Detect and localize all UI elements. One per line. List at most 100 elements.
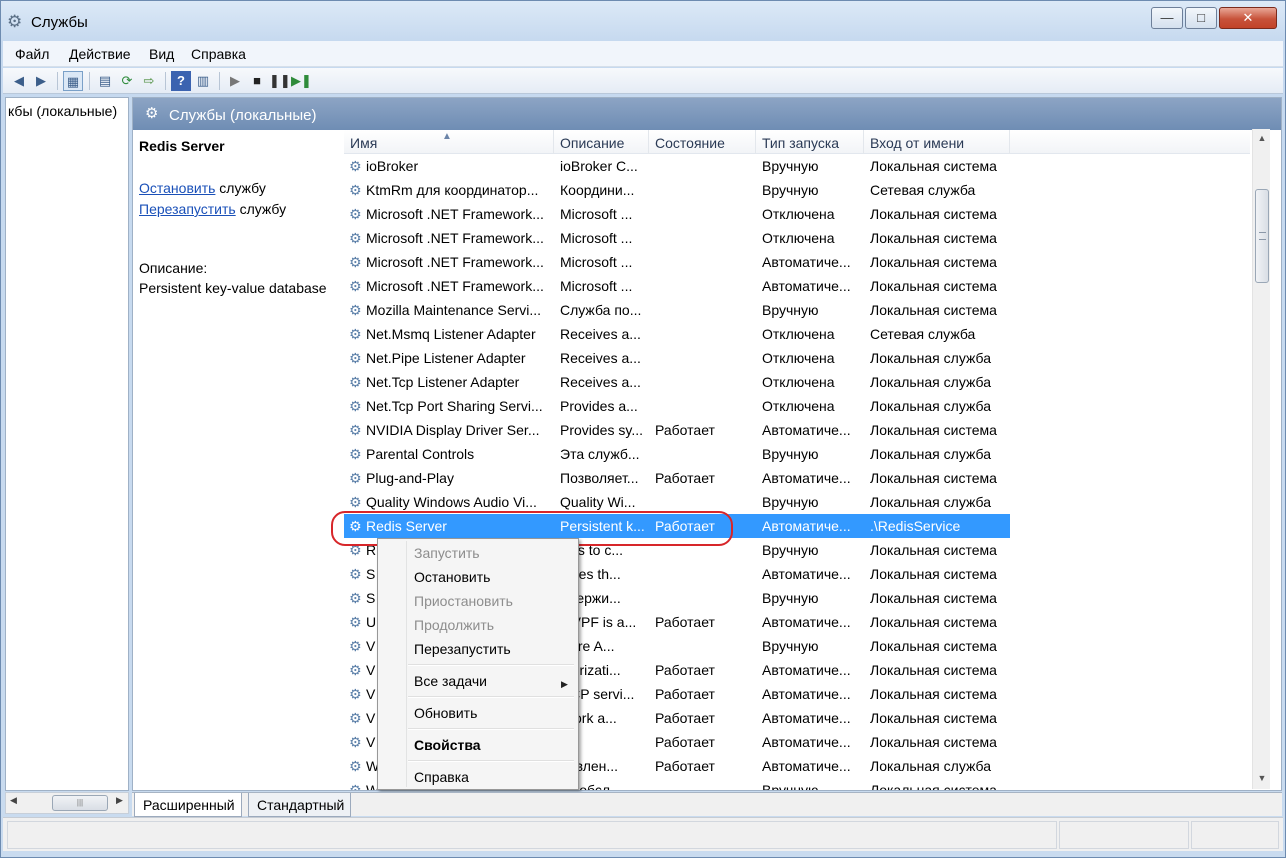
cell-name: Plug-and-Play: [366, 470, 454, 486]
restart-service-row: Перезапустить службу: [139, 201, 286, 217]
forward-icon[interactable]: ▶: [31, 71, 51, 91]
menu-file[interactable]: Файл: [15, 46, 49, 62]
h-scroll-thumb[interactable]: |||: [52, 795, 108, 811]
tree-horizontal-scrollbar[interactable]: ◀ ||| ▶: [5, 792, 129, 814]
services-gear-icon: ⚙: [7, 12, 23, 31]
cell-status: Работает: [655, 686, 715, 702]
status-segment: [1191, 821, 1279, 849]
ctx-start[interactable]: Запустить: [414, 545, 480, 561]
cell-logon-as: Локальная система: [870, 782, 997, 790]
start-service-icon[interactable]: ▶: [225, 71, 245, 91]
console-tree-icon[interactable]: ▦: [63, 71, 83, 91]
table-row[interactable]: ⚙ Mozilla Maintenance Servi... Служба по..…: [344, 298, 1010, 322]
table-row[interactable]: ⚙ Microsoft .NET Framework... Microsoft ..…: [344, 274, 1010, 298]
scroll-left-icon[interactable]: ◀: [10, 795, 17, 806]
cell-description: Microsoft ...: [560, 230, 633, 246]
cell-description: Microsoft ...: [560, 278, 633, 294]
table-row[interactable]: ⚙ Microsoft .NET Framework... Microsoft ..…: [344, 250, 1010, 274]
tree-node-services-local[interactable]: кбы (локальные): [8, 103, 117, 119]
export-list-icon[interactable]: ⇨: [139, 71, 159, 91]
tab-standard[interactable]: Стандартный: [248, 793, 352, 817]
table-row[interactable]: ⚙ KtmRm для координатор... Координи... Вруч…: [344, 178, 1010, 202]
cell-name: Net.Tcp Port Sharing Servi...: [366, 398, 543, 414]
column-header-startup-type[interactable]: Тип запуска: [756, 130, 864, 154]
table-row-selected[interactable]: ⚙ Redis Server Persistent k... Работает Авто…: [344, 514, 1010, 538]
table-row[interactable]: ⚙ Plug-and-Play Позволяет... Работает Автома…: [344, 466, 1010, 490]
ctx-resume[interactable]: Продолжить: [414, 617, 494, 633]
tab-extended[interactable]: Расширенный: [134, 793, 242, 817]
table-row[interactable]: ⚙ Net.Tcp Port Sharing Servi... Provides a…: [344, 394, 1010, 418]
cell-startup-type: Автоматиче...: [762, 758, 851, 774]
refresh-icon[interactable]: ⟳: [117, 71, 137, 91]
cell-logon-as: Локальная система: [870, 686, 997, 702]
back-icon[interactable]: ◀: [9, 71, 29, 91]
ctx-help[interactable]: Справка: [414, 769, 469, 785]
title-bar[interactable]: ⚙ Службы — □ ✕: [1, 1, 1285, 41]
column-header-logon-as[interactable]: Вход от имени: [864, 130, 1010, 154]
ctx-refresh[interactable]: Обновить: [414, 705, 477, 721]
column-header-description[interactable]: Описание: [554, 130, 649, 154]
table-row[interactable]: ⚙ NVIDIA Display Driver Ser... Provides sy…: [344, 418, 1010, 442]
menu-bar: Файл Действие Вид Справка: [3, 41, 1283, 67]
scroll-down-icon[interactable]: ▼: [1253, 769, 1271, 787]
ctx-stop[interactable]: Остановить: [414, 569, 490, 585]
table-row[interactable]: ⚙ Net.Tcp Listener Adapter Receives a... От…: [344, 370, 1010, 394]
cell-logon-as: Сетевая служба: [870, 326, 976, 342]
minimize-button[interactable]: —: [1151, 7, 1183, 29]
service-gear-icon: ⚙: [349, 782, 362, 790]
menu-separator: [408, 728, 574, 730]
cell-logon-as: Локальная система: [870, 590, 997, 606]
cell-logon-as: Локальная система: [870, 230, 997, 246]
scroll-thumb[interactable]: [1255, 189, 1269, 283]
console-tree[interactable]: кбы (локальные): [5, 97, 129, 791]
table-row[interactable]: ⚙ ioBroker ioBroker C... Вручную Локальная с…: [344, 154, 1010, 178]
stop-service-link[interactable]: Остановить: [139, 180, 215, 196]
column-header-status[interactable]: Состояние: [649, 130, 756, 154]
extended-detail-pane: Redis Server Остановить службу Перезапус…: [133, 130, 343, 790]
table-row[interactable]: ⚙ Microsoft .NET Framework... Microsoft ..…: [344, 202, 1010, 226]
cell-startup-type: Вручную: [762, 302, 819, 318]
cell-startup-type: Вручную: [762, 494, 819, 510]
scroll-up-icon[interactable]: ▲: [1253, 129, 1271, 147]
table-row[interactable]: ⚙ Net.Msmq Listener Adapter Receives a... О…: [344, 322, 1010, 346]
restart-service-icon[interactable]: ▶❚: [291, 71, 312, 91]
maximize-button[interactable]: □: [1185, 7, 1217, 29]
properties-icon[interactable]: ▤: [95, 71, 115, 91]
cell-startup-type: Вручную: [762, 182, 819, 198]
menu-view[interactable]: Вид: [149, 46, 174, 62]
service-gear-icon: ⚙: [349, 158, 362, 174]
service-gear-icon: ⚙: [349, 398, 362, 414]
table-row[interactable]: ⚙ Net.Pipe Listener Adapter Receives a... О…: [344, 346, 1010, 370]
show-hide-action-pane-icon[interactable]: ▥: [193, 71, 213, 91]
ctx-all-tasks[interactable]: Все задачи: [414, 673, 487, 689]
cell-logon-as: Локальная система: [870, 470, 997, 486]
service-gear-icon: ⚙: [349, 758, 362, 774]
description-label: Описание:: [139, 260, 208, 276]
restart-service-link[interactable]: Перезапустить: [139, 201, 236, 217]
ctx-restart[interactable]: Перезапустить: [414, 641, 511, 657]
scroll-right-icon[interactable]: ▶: [116, 795, 123, 806]
table-row[interactable]: ⚙ Parental Controls Эта служб... Вручную Лок…: [344, 442, 1010, 466]
cell-startup-type: Автоматиче...: [762, 686, 851, 702]
service-gear-icon: ⚙: [349, 686, 362, 702]
close-button[interactable]: ✕: [1219, 7, 1277, 29]
help-icon[interactable]: ?: [171, 71, 191, 91]
cell-status: Работает: [655, 734, 715, 750]
stop-service-icon[interactable]: ■: [247, 71, 267, 91]
service-gear-icon: ⚙: [349, 254, 362, 270]
cell-startup-type: Отключена: [762, 326, 835, 342]
cell-description: Позволяет...: [560, 470, 639, 486]
status-bar: [3, 817, 1283, 851]
table-row[interactable]: ⚙ Quality Windows Audio Vi... Quality Wi..…: [344, 490, 1010, 514]
ctx-properties[interactable]: Свойства: [414, 737, 481, 753]
vertical-scrollbar[interactable]: ▲ ▼: [1252, 129, 1270, 789]
pause-service-icon[interactable]: ❚❚: [269, 71, 291, 91]
menu-action[interactable]: Действие: [69, 46, 131, 62]
table-row[interactable]: ⚙ Microsoft .NET Framework... Microsoft ..…: [344, 226, 1010, 250]
cell-description: Receives a...: [560, 350, 641, 366]
menu-help[interactable]: Справка: [191, 46, 246, 62]
ctx-pause[interactable]: Приостановить: [414, 593, 513, 609]
cell-startup-type: Автоматиче...: [762, 518, 851, 534]
services-window: ⚙ Службы — □ ✕ Файл Действие Вид Справка…: [0, 0, 1286, 858]
column-header-name[interactable]: Имя ▲: [344, 130, 554, 154]
